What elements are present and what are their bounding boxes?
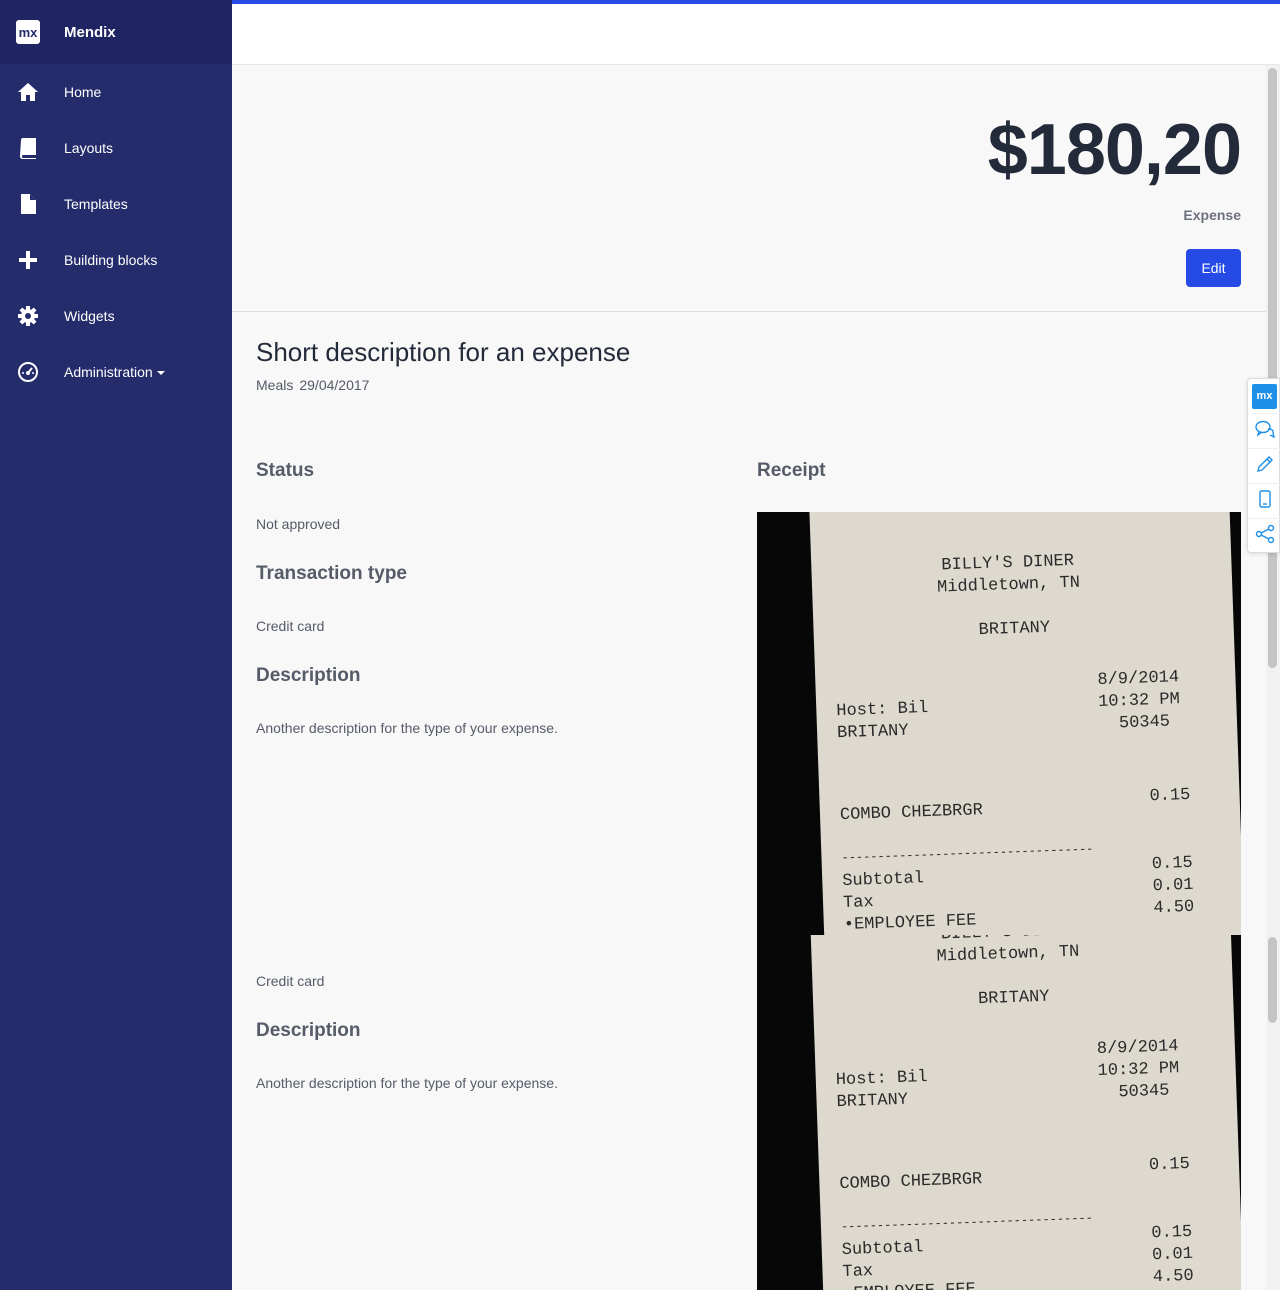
toolbar-share-button[interactable] [1248, 519, 1280, 554]
receipt-line: 50345 [1118, 712, 1171, 734]
toolbar-edit-button[interactable] [1248, 449, 1280, 484]
pencil-icon [1256, 455, 1274, 478]
page-title: Short description for an expense [256, 337, 631, 367]
mendix-logo: mx [1252, 383, 1277, 409]
receipt-line: Tax [842, 1262, 874, 1283]
receipt-line: ----------------------------------- [841, 842, 1094, 866]
sidebar-item-templates[interactable]: Templates [0, 176, 232, 232]
sidebar-item-label: Templates [64, 196, 128, 212]
receipt-line: 4.50 [1152, 1266, 1195, 1288]
receipt-line: BRITANY [836, 721, 909, 744]
administration-label: Administration [64, 364, 153, 380]
transaction-type-value: Credit card [256, 973, 325, 989]
expense-category: Meals [256, 377, 294, 393]
top-bar [232, 0, 1280, 65]
dashboard-icon [16, 360, 40, 384]
receipt-line: Host: Bil [836, 698, 929, 722]
caret-down-icon [156, 371, 165, 376]
expense-header: $180,20 Expense Edit [232, 65, 1266, 312]
receipt-line: Subtotal [841, 1238, 924, 1261]
status-value: Not approved [256, 516, 341, 532]
sidebar-item-label: Widgets [64, 308, 115, 324]
sidebar-item-administration[interactable]: Administration [0, 344, 232, 400]
scrollbar-thumb[interactable] [1268, 937, 1277, 1023]
brand-name: Mendix [64, 23, 116, 41]
receipt-line: 50345 [1118, 1081, 1170, 1103]
receipt-line: COMBO CHEZBRGR [839, 1170, 983, 1195]
transaction-type-value: Credit card [256, 618, 325, 634]
home-icon [16, 80, 40, 104]
receipt-line: Middletown, TN [936, 942, 1080, 967]
receipt-image: BILLY'S DINER Middletown, TN BRITANY Hos… [757, 512, 1241, 935]
receipt-line: 8/9/2014 [1097, 668, 1180, 691]
receipt-line: 0.15 [1151, 853, 1194, 875]
sidebar-item-layouts[interactable]: Layouts [0, 120, 232, 176]
scrollbar-thumb[interactable] [1268, 68, 1277, 668]
receipt-line: BRITANY [836, 1090, 909, 1113]
sidebar: mx Mendix Home Layouts Templates Buildin… [0, 0, 232, 1290]
receipt-line: Tax [842, 892, 875, 914]
receipt-heading: Receipt [757, 460, 826, 481]
receipt-line: 0.01 [1152, 875, 1194, 897]
mobile-phone-icon [1258, 489, 1271, 513]
description-value: Another description for the type of your… [256, 720, 558, 736]
plus-icon [16, 248, 40, 272]
expense-date: 29/04/2017 [299, 377, 370, 393]
receipt-line: 0.15 [1151, 1222, 1193, 1244]
sidebar-item-building-blocks[interactable]: Building blocks [0, 232, 232, 288]
sidebar-item-label: Layouts [64, 140, 114, 156]
receipt-line: 10:32 PM [1097, 1059, 1180, 1082]
receipt-line: 4.50 [1153, 897, 1195, 919]
sidebar-item-widgets[interactable]: Widgets [0, 288, 232, 344]
receipt-line: COMBO CHEZBRGR [839, 801, 984, 826]
edit-button[interactable]: Edit [1186, 249, 1241, 287]
expense-meta: Meals 29/04/2017 [256, 377, 369, 393]
status-heading: Status [256, 460, 315, 481]
receipt-line: BRITANY [978, 618, 1051, 641]
share-icon [1255, 524, 1275, 549]
toolbar-mx-button[interactable]: mx [1248, 379, 1280, 414]
transaction-type-heading: Transaction type [256, 563, 407, 584]
receipt-line: BRITANY [977, 987, 1050, 1010]
file-icon [16, 192, 40, 216]
expense-amount: $180,20 [987, 110, 1242, 190]
receipt-line: Host: Bil [835, 1067, 928, 1091]
description-heading: Description [256, 1020, 361, 1041]
receipt-paper: BILLY'S DINER Middletown, TN BRITANY Hos… [809, 935, 1241, 1290]
receipt-paper: BILLY'S DINER Middletown, TN BRITANY Hos… [809, 512, 1241, 935]
receipt-line: Subtotal [842, 869, 925, 892]
sidebar-item-label: Home [64, 84, 102, 100]
mendix-toolbar: mx [1247, 378, 1280, 553]
sidebar-item-home[interactable]: Home [0, 64, 232, 120]
receipt-line: 10:32 PM [1097, 690, 1181, 713]
sidebar-item-label: Building blocks [64, 252, 158, 268]
receipt-line: 0.15 [1149, 785, 1191, 807]
description-value: Another description for the type of your… [256, 1075, 558, 1091]
toolbar-feedback-button[interactable] [1248, 414, 1280, 449]
toolbar-mobile-button[interactable] [1248, 484, 1280, 519]
book-icon [16, 136, 40, 160]
receipt-line: •EMPLOYEE FEE [843, 911, 977, 935]
receipt-line: 0.15 [1148, 1154, 1191, 1176]
chat-bubbles-icon [1254, 420, 1275, 443]
receipt-line: ----------------------------------- [840, 1211, 1094, 1235]
description-heading: Description [256, 665, 361, 686]
gear-icon [16, 304, 40, 328]
receipt-image: BILLY'S DINER Middletown, TN BRITANY Hos… [757, 935, 1241, 1290]
receipt-line: 8/9/2014 [1096, 1037, 1179, 1060]
sidebar-item-label: Administration [64, 364, 165, 380]
receipt-line: Middletown, TN [936, 573, 1081, 598]
receipt-line: 0.01 [1151, 1244, 1194, 1266]
brand-bar[interactable]: mx Mendix [0, 0, 232, 64]
mendix-logo: mx [16, 20, 40, 44]
expense-amount-label: Expense [1183, 207, 1241, 223]
